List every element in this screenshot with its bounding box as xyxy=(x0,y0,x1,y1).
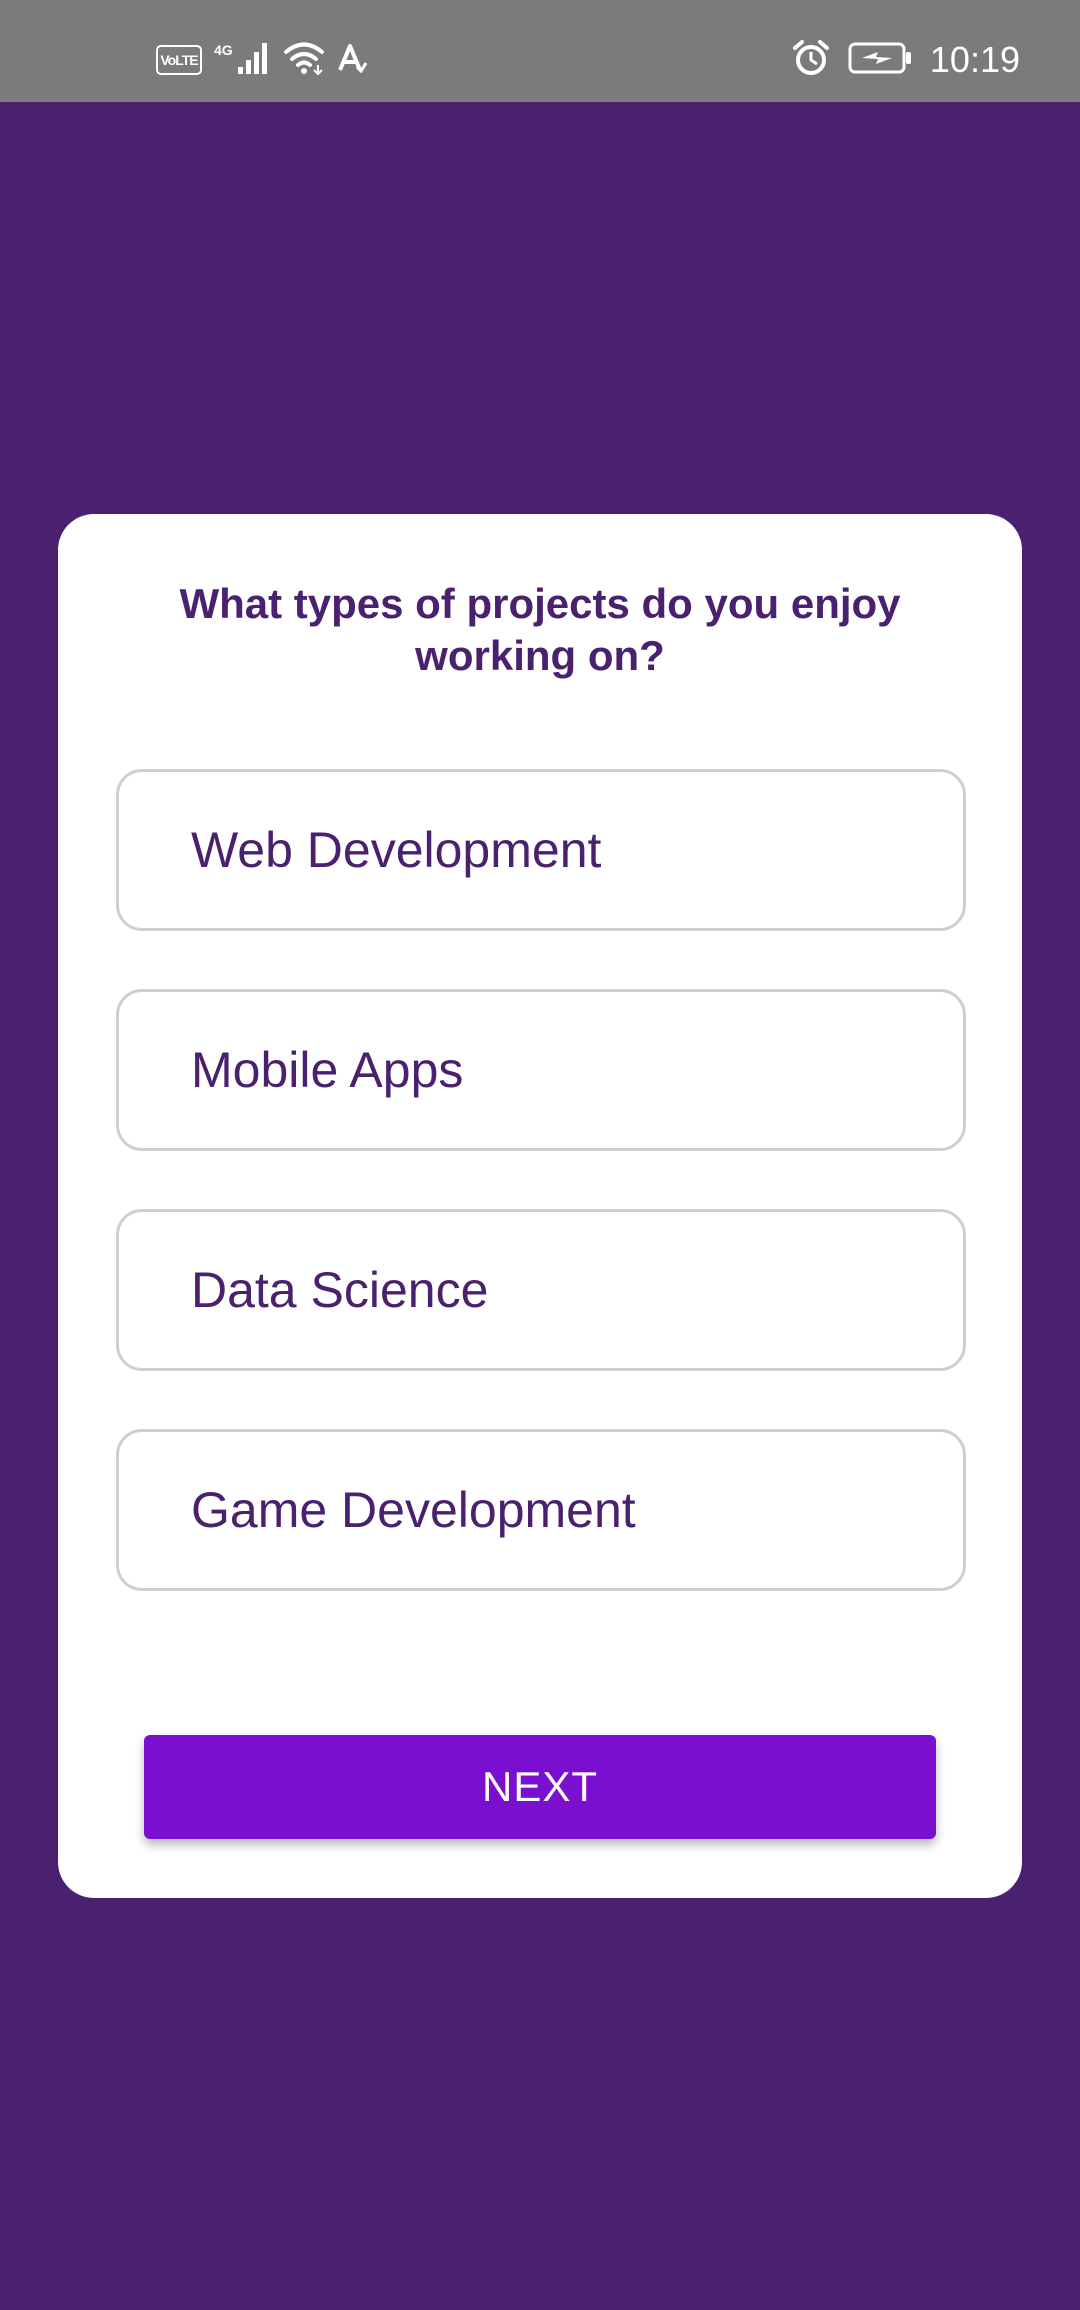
status-right-icons: 10:19 xyxy=(792,36,1020,84)
clock: 10:19 xyxy=(929,39,1020,80)
option-label: Web Development xyxy=(191,822,602,878)
quiz-card: What types of projects do you enjoy work… xyxy=(58,514,1022,1898)
data-saver-icon xyxy=(337,43,367,78)
battery-charging-icon xyxy=(848,41,912,80)
signal-icon xyxy=(237,41,271,80)
wifi-icon xyxy=(283,41,325,80)
option-web-development[interactable]: Web Development xyxy=(116,769,966,931)
options-list: Web Development Mobile Apps Data Science… xyxy=(116,769,966,1649)
option-game-development[interactable]: Game Development xyxy=(116,1429,966,1591)
status-bar: VoLTE 4G 10:19 xyxy=(0,0,1080,102)
status-left-icons: VoLTE 4G xyxy=(156,40,367,80)
volte-icon: VoLTE xyxy=(156,45,202,75)
option-label: Mobile Apps xyxy=(191,1042,464,1098)
network-type-label: 4G xyxy=(214,42,233,58)
alarm-icon xyxy=(792,39,830,82)
option-label: Game Development xyxy=(191,1482,636,1538)
option-data-science[interactable]: Data Science xyxy=(116,1209,966,1371)
next-button[interactable]: NEXT xyxy=(144,1735,936,1839)
option-mobile-apps[interactable]: Mobile Apps xyxy=(116,989,966,1151)
option-label: Data Science xyxy=(191,1262,489,1318)
question-title: What types of projects do you enjoy work… xyxy=(179,580,901,679)
